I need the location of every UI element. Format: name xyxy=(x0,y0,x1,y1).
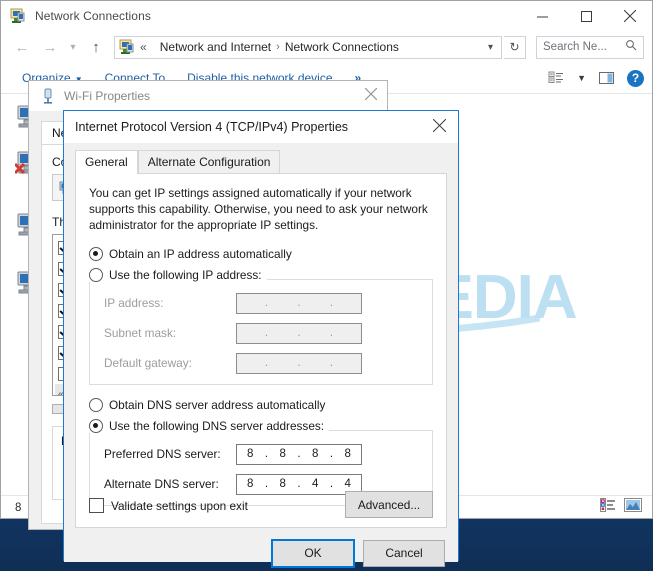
up-arrow-icon[interactable]: ↑ xyxy=(83,34,109,60)
octet: 8 xyxy=(247,448,254,460)
radio-icon[interactable] xyxy=(89,398,103,412)
cancel-button[interactable]: Cancel xyxy=(363,539,445,567)
large-icons-view-icon[interactable] xyxy=(624,498,642,517)
field-ip-address: IP address: . . . xyxy=(90,290,432,316)
tab-alternate-configuration[interactable]: Alternate Configuration xyxy=(137,150,281,174)
checkbox-icon[interactable] xyxy=(89,498,104,513)
field-label: Default gateway: xyxy=(104,356,192,370)
field-label: Subnet mask: xyxy=(104,326,177,340)
radio-obtain-ip-automatically[interactable]: Obtain an IP address automatically xyxy=(89,247,433,261)
maximize-icon[interactable] xyxy=(564,1,608,31)
window-controls xyxy=(520,1,652,31)
tab-general[interactable]: General xyxy=(75,150,138,174)
recent-locations-chevron-down-icon[interactable]: ▾ xyxy=(65,34,81,60)
address-bar: ← → ▾ ↑ « Network and Internet › Network… xyxy=(1,31,652,63)
field-label: IP address: xyxy=(104,296,164,310)
back-arrow-icon[interactable]: ← xyxy=(9,34,35,60)
preview-pane-icon[interactable] xyxy=(598,70,615,87)
ip-address-input[interactable]: . . . xyxy=(236,292,362,314)
subnet-mask-input[interactable]: . . . xyxy=(236,322,362,344)
radio-use-following-dns[interactable]: Use the following DNS server addresses: xyxy=(89,419,330,433)
item-count: 8 xyxy=(15,501,22,514)
search-icon xyxy=(625,38,637,56)
close-icon[interactable] xyxy=(608,1,652,31)
radio-label: Use the following IP address: xyxy=(109,268,262,282)
breadcrumb-separator: › xyxy=(276,41,280,53)
octet-separator: . xyxy=(329,357,334,369)
wifi-dialog-titlebar: Wi-Fi Properties xyxy=(29,81,387,111)
command-bar-right: ▼ ? xyxy=(548,69,644,87)
close-icon[interactable] xyxy=(364,87,378,105)
window-title: Network Connections xyxy=(35,9,151,23)
forward-arrow-icon[interactable]: → xyxy=(37,34,63,60)
field-label: Alternate DNS server: xyxy=(104,477,219,491)
breadcrumb-prefix: « xyxy=(140,40,147,54)
breadcrumb[interactable]: « Network and Internet › Network Connect… xyxy=(114,35,502,59)
ipv4-tabs: General Alternate Configuration xyxy=(75,149,447,174)
breadcrumb-chevron-down-icon[interactable]: ▾ xyxy=(480,42,501,53)
octet-separator: . xyxy=(264,327,269,339)
octet: 8 xyxy=(312,448,319,460)
wifi-dialog-title: Wi-Fi Properties xyxy=(64,89,151,103)
network-adapter-icon xyxy=(41,88,55,104)
octet-separator: . xyxy=(264,297,269,309)
ok-button[interactable]: OK xyxy=(271,538,355,568)
breadcrumb-spacer xyxy=(152,41,155,53)
ipv4-dialog-titlebar: Internet Protocol Version 4 (TCP/IPv4) P… xyxy=(64,111,458,143)
octet-separator: . xyxy=(297,297,301,309)
field-default-gateway: Default gateway: . . . xyxy=(90,350,432,376)
octet-separator: . xyxy=(264,357,269,369)
breadcrumb-item-network-connections[interactable]: Network Connections xyxy=(285,40,399,54)
octet: 8 xyxy=(247,478,254,490)
screen: Network Connections ← → ▾ ↑ « Network an… xyxy=(0,0,653,571)
close-icon[interactable] xyxy=(432,118,447,137)
ipv4-dialog-body: General Alternate Configuration You can … xyxy=(64,143,458,568)
details-view-icon[interactable] xyxy=(600,498,616,517)
radio-icon[interactable] xyxy=(89,268,103,282)
search-input[interactable]: Search Ne... xyxy=(536,35,644,59)
advanced-button[interactable]: Advanced... xyxy=(345,491,433,518)
manual-ip-group: Use the following IP address: IP address… xyxy=(89,268,433,385)
validate-settings-label: Validate settings upon exit xyxy=(111,498,248,513)
network-connections-icon xyxy=(119,39,135,55)
radio-label: Obtain an IP address automatically xyxy=(109,247,292,261)
ipv4-dialog-footer: OK Cancel xyxy=(75,528,447,571)
help-icon[interactable]: ? xyxy=(627,69,644,87)
window-titlebar: Network Connections xyxy=(1,1,652,31)
radio-label: Obtain DNS server address automatically xyxy=(109,398,326,412)
octet-separator: . xyxy=(297,357,301,369)
default-gateway-input[interactable]: . . . xyxy=(236,352,362,374)
validate-settings-row[interactable]: Validate settings upon exit xyxy=(89,498,248,513)
ipv4-dialog-title: Internet Protocol Version 4 (TCP/IPv4) P… xyxy=(75,120,349,134)
breadcrumb-item-network-and-internet[interactable]: Network and Internet xyxy=(160,40,271,54)
ipv4-general-panel: You can get IP settings assigned automat… xyxy=(75,173,447,528)
field-preferred-dns: Preferred DNS server: 8 . 8 . 8 . 8 xyxy=(90,441,432,467)
network-connections-icon xyxy=(10,8,26,24)
ipv4-properties-dialog: Internet Protocol Version 4 (TCP/IPv4) P… xyxy=(63,110,459,568)
octet-separator: . xyxy=(297,327,301,339)
view-chevron-down-icon[interactable]: ▼ xyxy=(577,73,586,83)
search-placeholder: Search Ne... xyxy=(543,41,607,53)
radio-use-following-ip[interactable]: Use the following IP address: xyxy=(89,268,267,282)
minimize-icon[interactable] xyxy=(520,1,564,31)
octet-separator: . xyxy=(329,327,334,339)
preferred-dns-input[interactable]: 8 . 8 . 8 . 8 xyxy=(236,443,362,465)
field-subnet-mask: Subnet mask: . . . xyxy=(90,320,432,346)
radio-obtain-dns-automatically[interactable]: Obtain DNS server address automatically xyxy=(89,398,433,412)
refresh-icon[interactable]: ↻ xyxy=(504,35,526,59)
field-label: Preferred DNS server: xyxy=(104,447,221,461)
radio-icon[interactable] xyxy=(89,419,103,433)
alternate-dns-input[interactable]: 8 . 8 . 4 . 4 xyxy=(236,473,362,495)
status-view-buttons xyxy=(600,498,642,517)
octet: 8 xyxy=(279,448,286,460)
octet: 8 xyxy=(344,448,351,460)
intro-text: You can get IP settings assigned automat… xyxy=(89,186,428,232)
octet: 4 xyxy=(344,478,351,490)
change-view-icon[interactable] xyxy=(548,70,565,87)
radio-icon[interactable] xyxy=(89,247,103,261)
octet: 4 xyxy=(312,478,319,490)
octet: 8 xyxy=(279,478,286,490)
octet-separator: . xyxy=(329,297,334,309)
radio-label: Use the following DNS server addresses: xyxy=(109,419,325,433)
